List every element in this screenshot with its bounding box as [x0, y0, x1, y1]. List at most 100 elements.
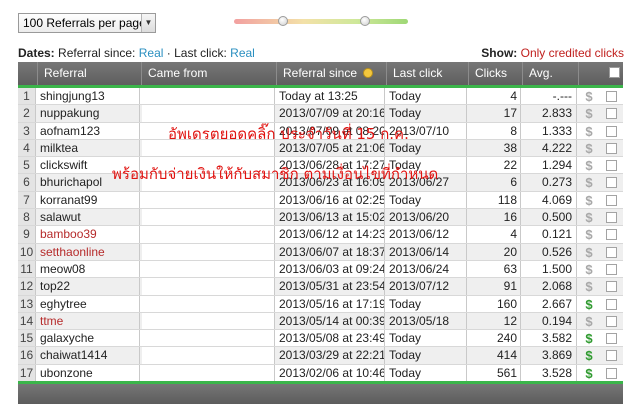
dollar-sign-icon[interactable]: $: [580, 261, 598, 277]
dollar-sign-icon[interactable]: $: [580, 244, 598, 260]
table-row[interactable]: 12 top22 2013/05/31 at 23:54 2013/07/12 91 2.…: [18, 278, 623, 296]
table-row[interactable]: 14 ttme 2013/05/14 at 00:39 2013/05/18 12 0.1…: [18, 312, 623, 331]
last-click-cell: Today: [387, 88, 467, 105]
table-row[interactable]: 8 salawut 2013/06/13 at 15:02 2013/06/20 16 0…: [18, 209, 623, 227]
referral-name[interactable]: setthaonline: [38, 243, 140, 260]
last-click-cell: 2013/06/12: [387, 226, 467, 243]
header-clicks[interactable]: Clicks: [469, 62, 523, 85]
header-last-click[interactable]: Last click: [387, 62, 469, 85]
row-checkbox[interactable]: [606, 246, 617, 258]
slider-handle-right[interactable]: [359, 16, 370, 26]
row-checkbox[interactable]: [606, 315, 617, 327]
row-checkbox[interactable]: [606, 142, 617, 154]
row-number: 10: [18, 243, 36, 260]
last-click-cell: Today: [387, 364, 467, 382]
referral-since-link[interactable]: Real: [139, 46, 164, 60]
table-row[interactable]: 10 setthaonline 2013/06/07 at 18:37 2013/06…: [18, 243, 623, 261]
came-from-cell: [142, 88, 275, 105]
referral-name[interactable]: ttme: [38, 312, 140, 330]
header-referral-since[interactable]: Referral since: [277, 62, 387, 85]
row-checkbox[interactable]: [606, 108, 617, 120]
dollar-sign-icon[interactable]: $: [580, 313, 598, 329]
came-from-cell: [142, 209, 275, 226]
dollar-sign-icon[interactable]: $: [580, 105, 598, 121]
row-checkbox[interactable]: [606, 263, 617, 275]
header-referral[interactable]: Referral: [38, 62, 142, 85]
row-checkbox[interactable]: [606, 229, 617, 241]
row-checkbox[interactable]: [606, 125, 617, 137]
chevron-down-icon[interactable]: ▼: [141, 14, 155, 32]
dollar-sign-icon[interactable]: $: [580, 347, 598, 363]
clicks-cell: 118: [469, 191, 521, 209]
table-row[interactable]: 1 shingjung13 Today at 13:25 Today 4 -.--- $: [18, 88, 623, 106]
last-click-cell: 2013/06/20: [387, 209, 467, 226]
last-click-cell: 2013/05/18: [387, 312, 467, 330]
referral-name[interactable]: top22: [38, 278, 140, 295]
referral-name[interactable]: meow08: [38, 260, 140, 278]
row-checkbox[interactable]: [606, 350, 617, 362]
referral-name[interactable]: korranat99: [38, 191, 140, 209]
referral-name[interactable]: aofnam123: [38, 122, 140, 139]
referral-name[interactable]: galaxyche: [38, 330, 140, 347]
last-click-cell: Today: [387, 295, 467, 312]
dollar-sign-icon[interactable]: $: [580, 123, 598, 139]
row-checkbox[interactable]: [606, 194, 617, 206]
avg-cell: 4.222: [523, 139, 577, 157]
referral-name[interactable]: chaiwat1414: [38, 347, 140, 364]
dollar-sign-icon[interactable]: $: [580, 296, 598, 312]
referral-name[interactable]: shingjung13: [38, 88, 140, 105]
overlay-caption-line2: พร้อมกับจ่ายเงินให้กับสมาชิก ตามเงื่อนไข…: [112, 165, 439, 183]
row-checkbox[interactable]: [606, 212, 617, 224]
table-row[interactable]: 13 eghytree 2013/05/16 at 17:19 Today 160 2.6…: [18, 295, 623, 313]
dates-filter: Dates: Referral since: Real · Last click…: [18, 46, 255, 60]
dollar-sign-icon[interactable]: $: [580, 330, 598, 346]
referral-name[interactable]: eghytree: [38, 295, 140, 312]
dates-label: Dates:: [18, 46, 55, 60]
per-page-select[interactable]: 100 Referrals per page ▼: [18, 13, 156, 33]
table-row[interactable]: 17 ubonzone 2013/02/06 at 10:46 Today 561 3.5…: [18, 364, 623, 383]
row-checkbox[interactable]: [606, 298, 617, 310]
row-checkbox[interactable]: [606, 177, 617, 189]
range-slider[interactable]: [234, 16, 408, 26]
clicks-cell: 12: [469, 312, 521, 330]
table-row[interactable]: 16 chaiwat1414 2013/03/29 at 22:21 Today 414…: [18, 347, 623, 365]
row-number: 16: [18, 347, 36, 364]
dollar-sign-icon[interactable]: $: [580, 174, 598, 190]
slider-handle-left[interactable]: [277, 16, 288, 26]
show-credited-clicks-link[interactable]: Only credited clicks: [521, 46, 624, 60]
dollar-sign-icon[interactable]: $: [580, 226, 598, 242]
referral-name[interactable]: bamboo39: [38, 226, 140, 243]
referral-name[interactable]: salawut: [38, 209, 140, 226]
dollar-sign-icon[interactable]: $: [580, 365, 598, 381]
row-checkbox[interactable]: [606, 91, 617, 102]
table-row[interactable]: 11 meow08 2013/06/03 at 09:24 2013/06/24 63 1…: [18, 260, 623, 279]
avg-cell: -.---: [523, 88, 577, 105]
came-from-cell: [142, 260, 275, 278]
last-click-link[interactable]: Real: [230, 46, 255, 60]
dollar-sign-icon[interactable]: $: [580, 192, 598, 208]
row-checkbox[interactable]: [606, 160, 617, 172]
dollar-sign-icon[interactable]: $: [580, 157, 598, 173]
row-number: 13: [18, 295, 36, 312]
referral-name[interactable]: nuppakung: [38, 105, 140, 122]
dollar-sign-icon[interactable]: $: [580, 140, 598, 156]
last-click-cell: 2013/07/12: [387, 278, 467, 295]
header-referral-since-label: Referral since: [283, 66, 358, 80]
row-checkbox[interactable]: [606, 281, 617, 293]
dollar-sign-icon[interactable]: $: [580, 209, 598, 225]
table-row[interactable]: 7 korranat99 2013/06/16 at 02:25 Today 118 4.…: [18, 191, 623, 210]
table-row[interactable]: 2 nuppakung 2013/07/09 at 20:16 Today 17 2.83…: [18, 105, 623, 123]
dollar-sign-icon[interactable]: $: [580, 278, 598, 294]
dollar-sign-icon[interactable]: $: [580, 88, 598, 104]
referral-name[interactable]: milktea: [38, 139, 140, 157]
table-row[interactable]: 15 galaxyche 2013/05/08 at 23:49 Today 240 3.…: [18, 330, 623, 348]
table-row[interactable]: 9 bamboo39 2013/06/12 at 14:23 2013/06/12 4 0…: [18, 226, 623, 244]
clicks-cell: 561: [469, 364, 521, 382]
select-all-checkbox[interactable]: [609, 67, 620, 78]
header-came-from[interactable]: Came from: [142, 62, 277, 85]
row-checkbox[interactable]: [606, 333, 617, 345]
referral-name[interactable]: ubonzone: [38, 364, 140, 382]
header-avg[interactable]: Avg.: [523, 62, 579, 85]
row-checkbox[interactable]: [606, 367, 617, 379]
sort-icon[interactable]: [363, 68, 374, 78]
